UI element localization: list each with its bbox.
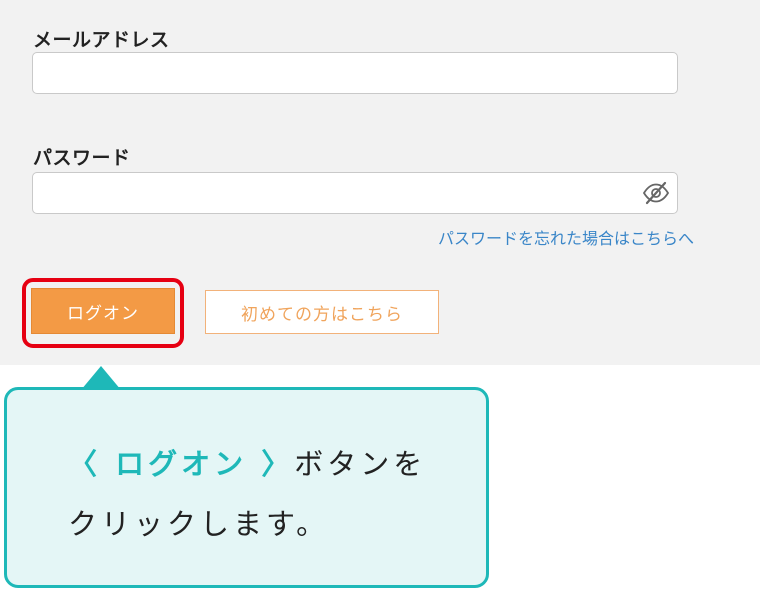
- login-form: メールアドレス パスワード パスワードを忘れた場合はこちらへ ログオン 初めての…: [0, 0, 760, 365]
- email-label: メールアドレス: [33, 29, 170, 51]
- logon-button[interactable]: ログオン: [31, 288, 175, 334]
- callout-line-1: 〈 ログオン 〉ボタンを: [68, 441, 426, 483]
- callout-button-name: 〈 ログオン 〉: [68, 447, 295, 481]
- email-input[interactable]: [32, 52, 678, 94]
- first-time-user-button[interactable]: 初めての方はこちら: [205, 290, 439, 334]
- forgot-password-link[interactable]: パスワードを忘れた場合はこちらへ: [438, 225, 694, 249]
- password-label: パスワード: [33, 147, 131, 169]
- callout-line-1-text: ボタンを: [294, 447, 427, 481]
- password-input[interactable]: [32, 172, 678, 214]
- callout-line-2: クリックします。: [68, 507, 330, 541]
- eye-slash-icon[interactable]: [641, 181, 671, 205]
- instruction-callout: 〈 ログオン 〉ボタンを クリックします。: [4, 387, 489, 588]
